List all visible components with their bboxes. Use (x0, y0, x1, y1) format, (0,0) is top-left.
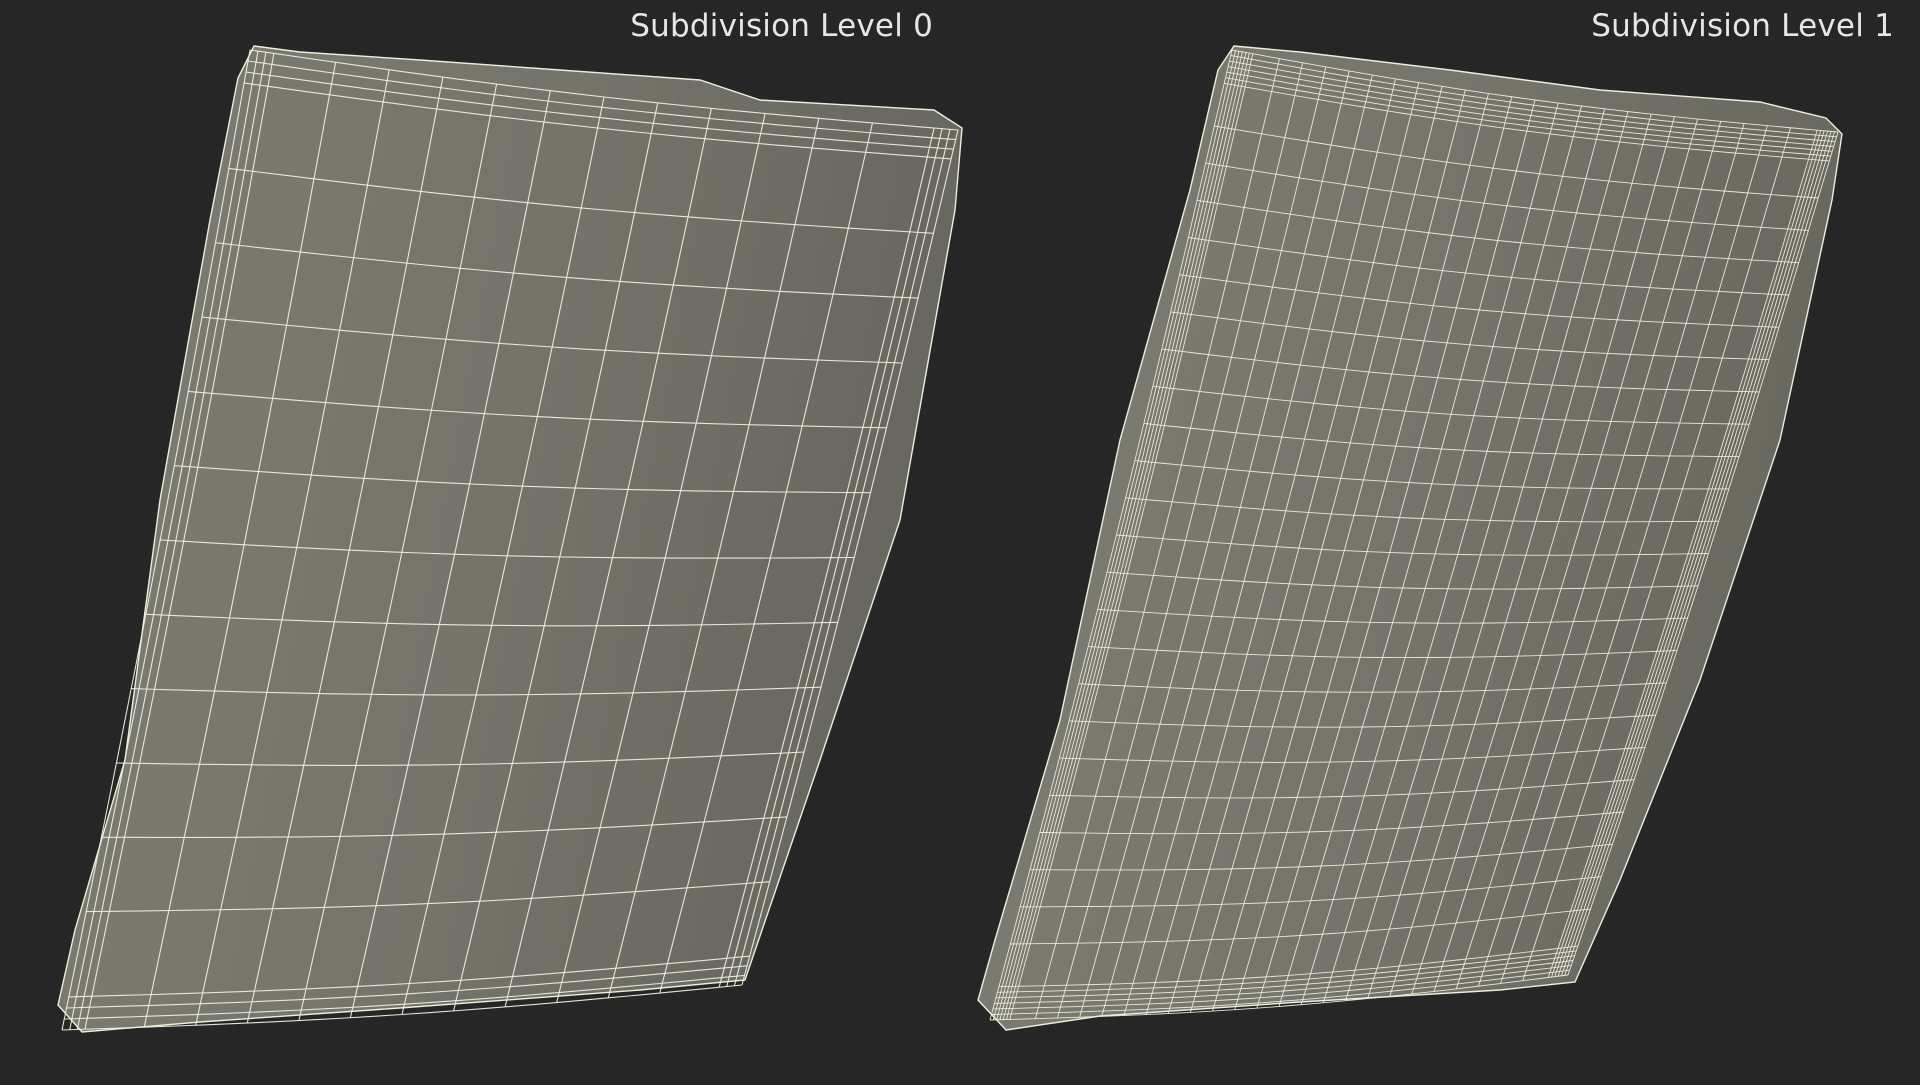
mesh-surface (57, 45, 963, 1033)
panel-caption-level-0: Subdivision Level 0 (630, 8, 933, 44)
wireframe-render (57, 45, 1843, 1033)
mesh-panel-level-0 (57, 45, 963, 1033)
panel-caption-level-1: Subdivision Level 1 (1591, 8, 1894, 44)
render-viewport: Subdivision Level 0 Subdivision Level 1 (0, 0, 1920, 1080)
mesh-panel-level-1 (977, 45, 1843, 1031)
